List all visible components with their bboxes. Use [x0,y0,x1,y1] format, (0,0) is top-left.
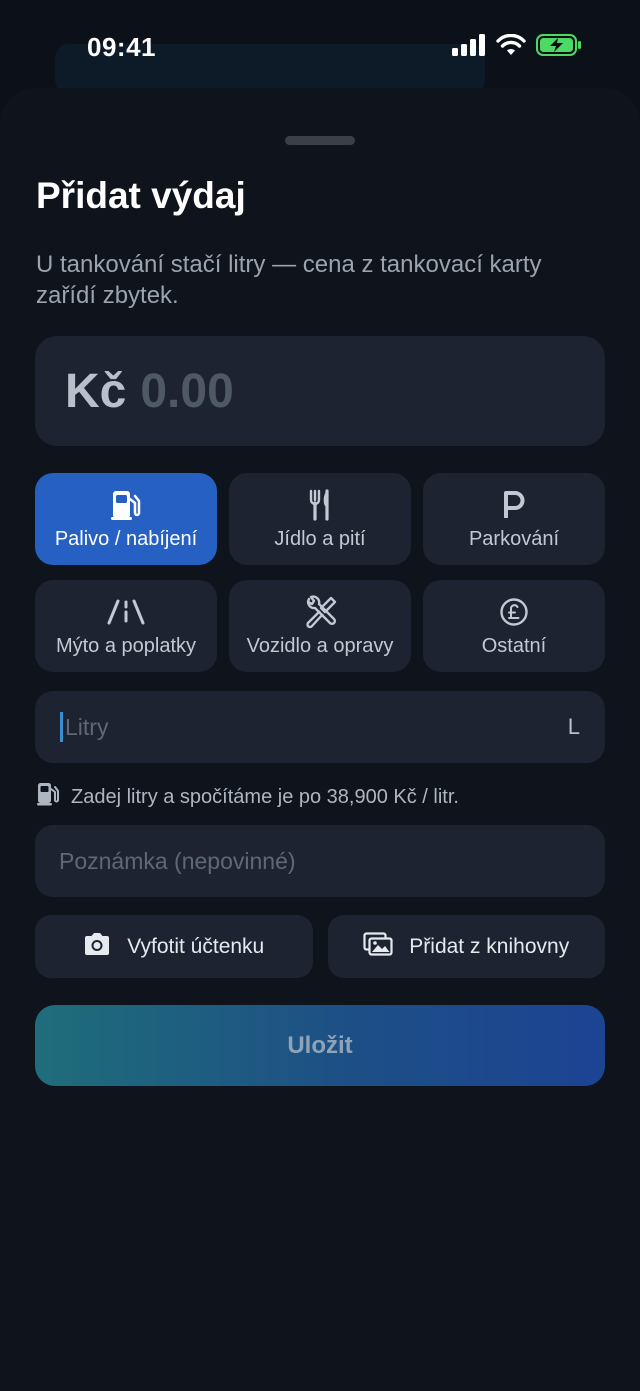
pound-coin-icon [499,595,529,629]
fuel-pump-icon [111,488,141,522]
fork-knife-icon [308,488,332,522]
receipt-actions: Vyfotit účtenku Přidat z knihovny [35,915,605,978]
status-bar: 09:41 [0,0,640,96]
category-label: Parkování [468,527,560,550]
road-icon [106,595,146,629]
battery-charging-icon [536,34,582,61]
wrench-screwdriver-icon [303,594,337,629]
save-button[interactable]: Uložit [35,1005,605,1086]
add-from-library-button[interactable]: Přidat z knihovny [327,915,605,978]
price-hint-text: Zadej litry a spočítáme je po 38,900 Kč … [71,785,459,808]
note-input[interactable]: Poznámka (nepovinné) [35,825,605,897]
sheet-grabber[interactable] [285,136,355,145]
amount-currency: Kč [65,364,127,418]
category-fuel[interactable]: Palivo / nabíjení [35,473,217,565]
category-vehicle[interactable]: Vozidlo a opravy [229,580,411,672]
take-photo-label: Vyfotit účtenku [127,934,265,958]
amount-input[interactable]: Kč 0.00 [35,336,605,446]
cellular-signal-icon [452,34,486,61]
category-label: Vozidlo a opravy [246,634,394,657]
amount-value: 0.00 [140,364,234,418]
sheet-subtitle: U tankování stačí litry — cena z tankova… [36,251,542,309]
wifi-icon [496,33,526,61]
status-time: 09:41 [87,32,156,62]
category-label: Palivo / nabíjení [54,527,198,550]
camera-icon [83,932,111,962]
category-other[interactable]: Ostatní [423,580,605,672]
photo-library-icon [363,931,393,962]
category-label: Mýto a poplatky [55,634,197,657]
fuel-pump-icon [37,782,59,812]
add-from-library-label: Přidat z knihovny [409,934,570,958]
liters-placeholder: Litry [65,713,109,740]
category-food[interactable]: Jídlo a pití [229,473,411,565]
category-parking[interactable]: Parkování [423,473,605,565]
parking-icon [502,488,526,522]
add-expense-sheet: Přidat výdaj U tankování stačí litry — c… [0,88,640,1391]
category-label: Jídlo a pití [274,527,366,550]
take-photo-button[interactable]: Vyfotit účtenku [35,915,313,978]
price-hint: Zadej litry a spočítáme je po 38,900 Kč … [37,782,459,812]
category-tolls[interactable]: Mýto a poplatky [35,580,217,672]
liters-input[interactable]: Litry L [35,691,605,763]
liters-unit: L [567,714,580,739]
sheet-title: Přidat výdaj [36,175,246,216]
save-label: Uložit [287,1031,353,1059]
category-label: Ostatní [481,634,547,657]
category-grid: Palivo / nabíjení Jídlo a pití Parkování… [35,473,605,672]
text-cursor [60,712,63,742]
note-placeholder: Poznámka (nepovinné) [59,847,296,874]
